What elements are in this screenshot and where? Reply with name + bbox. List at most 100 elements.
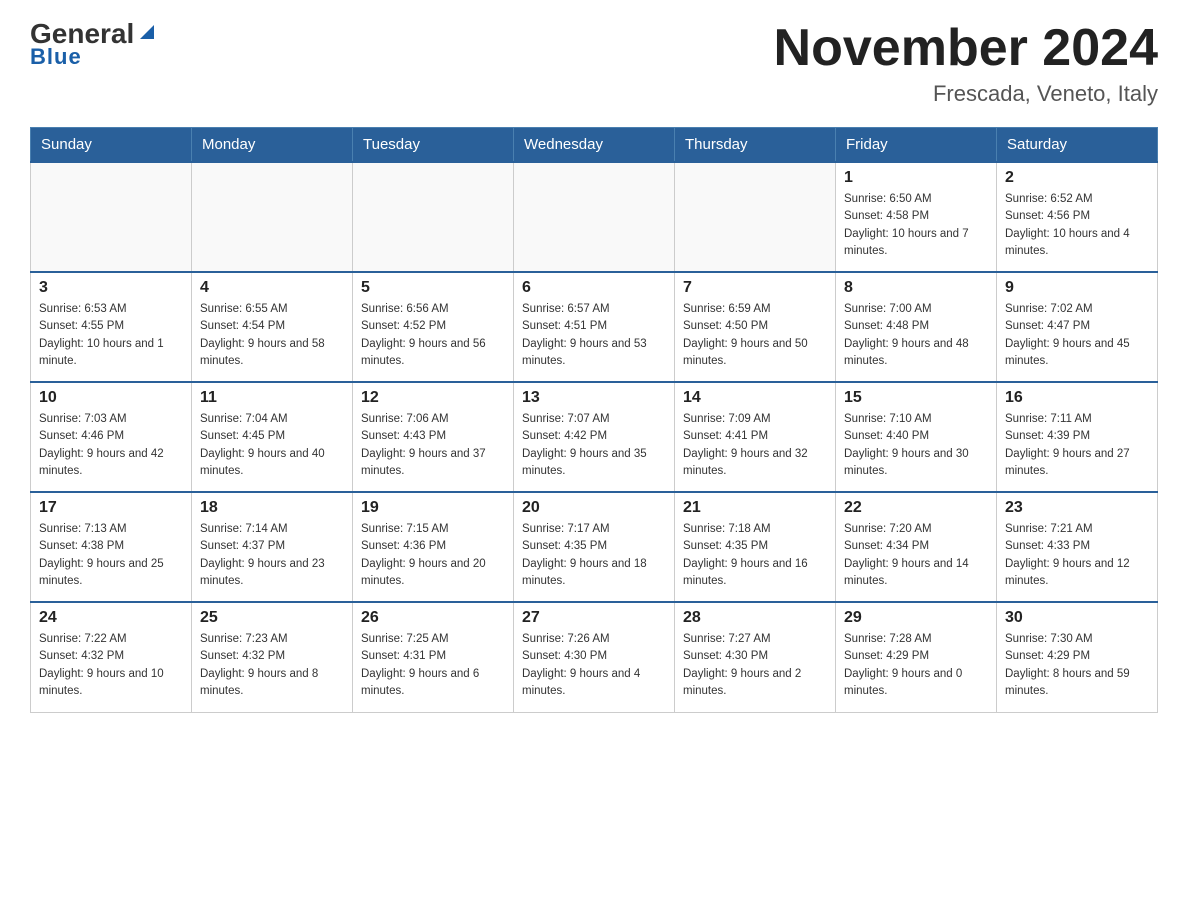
day-number: 25: [200, 609, 344, 627]
logo: General Blue: [30, 20, 158, 70]
col-header-sunday: Sunday: [31, 128, 192, 163]
calendar-cell: 30 Sunrise: 7:30 AM Sunset: 4:29 PM Dayli…: [997, 602, 1158, 712]
calendar-cell: 4Sunrise: 6:55 AM Sunset: 4:54 PM Daylig…: [192, 272, 353, 382]
calendar-cell: 14 Sunrise: 7:09 AM Sunset: 4:41 PM Dayli…: [675, 382, 836, 492]
day-number: 3: [39, 279, 183, 297]
day-info: Sunrise: 7:03 AM Sunset: 4:46 PM Dayligh…: [39, 411, 183, 480]
day-number: 18: [200, 499, 344, 517]
calendar-cell: 25 Sunrise: 7:23 AM Sunset: 4:32 PM Dayli…: [192, 602, 353, 712]
day-number: 9: [1005, 279, 1149, 297]
day-info: Sunrise: 7:02 AM Sunset: 4:47 PM Dayligh…: [1005, 301, 1149, 370]
day-info: Sunrise: 7:17 AM Sunset: 4:35 PM Dayligh…: [522, 521, 666, 590]
day-info: Sunrise: 7:13 AM Sunset: 4:38 PM Dayligh…: [39, 521, 183, 590]
col-header-monday: Monday: [192, 128, 353, 163]
day-info: Sunrise: 7:20 AM Sunset: 4:34 PM Dayligh…: [844, 521, 988, 590]
calendar-cell: 11 Sunrise: 7:04 AM Sunset: 4:45 PM Dayli…: [192, 382, 353, 492]
calendar-cell: 7 Sunrise: 6:59 AM Sunset: 4:50 PM Daylig…: [675, 272, 836, 382]
calendar-cell: 8 Sunrise: 7:00 AM Sunset: 4:48 PM Daylig…: [836, 272, 997, 382]
logo-blue: Blue: [30, 44, 82, 70]
day-number: 6: [522, 279, 666, 297]
day-number: 28: [683, 609, 827, 627]
day-number: 7: [683, 279, 827, 297]
calendar-cell: 12 Sunrise: 7:06 AM Sunset: 4:43 PM Dayli…: [353, 382, 514, 492]
calendar-cell: 5 Sunrise: 6:56 AM Sunset: 4:52 PM Daylig…: [353, 272, 514, 382]
day-info: Sunrise: 7:09 AM Sunset: 4:41 PM Dayligh…: [683, 411, 827, 480]
col-header-tuesday: Tuesday: [353, 128, 514, 163]
calendar-cell: 21 Sunrise: 7:18 AM Sunset: 4:35 PM Dayli…: [675, 492, 836, 602]
week-row-1: 1 Sunrise: 6:50 AM Sunset: 4:58 PM Daylig…: [31, 162, 1158, 272]
day-number: 12: [361, 389, 505, 407]
calendar-cell: 15Sunrise: 7:10 AM Sunset: 4:40 PM Dayli…: [836, 382, 997, 492]
day-number: 27: [522, 609, 666, 627]
title-block: November 2024 Frescada, Veneto, Italy: [774, 20, 1158, 107]
day-info: Sunrise: 7:15 AM Sunset: 4:36 PM Dayligh…: [361, 521, 505, 590]
day-number: 1: [844, 169, 988, 187]
day-number: 30: [1005, 609, 1149, 627]
location-subtitle: Frescada, Veneto, Italy: [774, 81, 1158, 107]
day-number: 21: [683, 499, 827, 517]
day-number: 2: [1005, 169, 1149, 187]
calendar-cell: 18 Sunrise: 7:14 AM Sunset: 4:37 PM Dayli…: [192, 492, 353, 602]
day-number: 17: [39, 499, 183, 517]
week-row-4: 17 Sunrise: 7:13 AM Sunset: 4:38 PM Dayli…: [31, 492, 1158, 602]
calendar-cell: 20 Sunrise: 7:17 AM Sunset: 4:35 PM Dayli…: [514, 492, 675, 602]
day-info: Sunrise: 7:30 AM Sunset: 4:29 PM Dayligh…: [1005, 631, 1149, 700]
calendar-cell: 19 Sunrise: 7:15 AM Sunset: 4:36 PM Dayli…: [353, 492, 514, 602]
day-info: Sunrise: 6:59 AM Sunset: 4:50 PM Dayligh…: [683, 301, 827, 370]
day-number: 26: [361, 609, 505, 627]
day-number: 16: [1005, 389, 1149, 407]
calendar-cell: 1 Sunrise: 6:50 AM Sunset: 4:58 PM Daylig…: [836, 162, 997, 272]
day-number: 8: [844, 279, 988, 297]
day-info: Sunrise: 7:18 AM Sunset: 4:35 PM Dayligh…: [683, 521, 827, 590]
calendar-cell: 23 Sunrise: 7:21 AM Sunset: 4:33 PM Dayli…: [997, 492, 1158, 602]
calendar-cell: [514, 162, 675, 272]
day-info: Sunrise: 7:00 AM Sunset: 4:48 PM Dayligh…: [844, 301, 988, 370]
week-row-2: 3 Sunrise: 6:53 AM Sunset: 4:55 PM Daylig…: [31, 272, 1158, 382]
day-info: Sunrise: 7:11 AM Sunset: 4:39 PM Dayligh…: [1005, 411, 1149, 480]
day-info: Sunrise: 7:27 AM Sunset: 4:30 PM Dayligh…: [683, 631, 827, 700]
day-info: Sunrise: 7:06 AM Sunset: 4:43 PM Dayligh…: [361, 411, 505, 480]
day-number: 23: [1005, 499, 1149, 517]
day-info: Sunrise: 6:52 AM Sunset: 4:56 PM Dayligh…: [1005, 191, 1149, 260]
calendar-cell: 3 Sunrise: 6:53 AM Sunset: 4:55 PM Daylig…: [31, 272, 192, 382]
day-number: 19: [361, 499, 505, 517]
calendar-cell: 10 Sunrise: 7:03 AM Sunset: 4:46 PM Dayli…: [31, 382, 192, 492]
day-number: 5: [361, 279, 505, 297]
calendar-cell: 9 Sunrise: 7:02 AM Sunset: 4:47 PM Daylig…: [997, 272, 1158, 382]
day-info: Sunrise: 6:53 AM Sunset: 4:55 PM Dayligh…: [39, 301, 183, 370]
day-info: Sunrise: 6:50 AM Sunset: 4:58 PM Dayligh…: [844, 191, 988, 260]
calendar-cell: 13Sunrise: 7:07 AM Sunset: 4:42 PM Dayli…: [514, 382, 675, 492]
day-info: Sunrise: 7:14 AM Sunset: 4:37 PM Dayligh…: [200, 521, 344, 590]
week-row-3: 10 Sunrise: 7:03 AM Sunset: 4:46 PM Dayli…: [31, 382, 1158, 492]
day-number: 13: [522, 389, 666, 407]
col-header-friday: Friday: [836, 128, 997, 163]
calendar-table: SundayMondayTuesdayWednesdayThursdayFrid…: [30, 127, 1158, 713]
calendar-cell: 29 Sunrise: 7:28 AM Sunset: 4:29 PM Dayli…: [836, 602, 997, 712]
calendar-cell: 24Sunrise: 7:22 AM Sunset: 4:32 PM Dayli…: [31, 602, 192, 712]
day-number: 29: [844, 609, 988, 627]
calendar-cell: 27 Sunrise: 7:26 AM Sunset: 4:30 PM Dayli…: [514, 602, 675, 712]
day-number: 20: [522, 499, 666, 517]
day-number: 11: [200, 389, 344, 407]
day-number: 22: [844, 499, 988, 517]
day-info: Sunrise: 7:25 AM Sunset: 4:31 PM Dayligh…: [361, 631, 505, 700]
calendar-cell: 6 Sunrise: 6:57 AM Sunset: 4:51 PM Daylig…: [514, 272, 675, 382]
col-header-saturday: Saturday: [997, 128, 1158, 163]
day-info: Sunrise: 7:04 AM Sunset: 4:45 PM Dayligh…: [200, 411, 344, 480]
day-number: 10: [39, 389, 183, 407]
day-info: Sunrise: 7:22 AM Sunset: 4:32 PM Dayligh…: [39, 631, 183, 700]
day-number: 15: [844, 389, 988, 407]
calendar-cell: [192, 162, 353, 272]
calendar-cell: 2 Sunrise: 6:52 AM Sunset: 4:56 PM Daylig…: [997, 162, 1158, 272]
day-info: Sunrise: 7:21 AM Sunset: 4:33 PM Dayligh…: [1005, 521, 1149, 590]
calendar-cell: [31, 162, 192, 272]
logo-triangle-icon: [136, 21, 158, 43]
day-info: Sunrise: 6:57 AM Sunset: 4:51 PM Dayligh…: [522, 301, 666, 370]
calendar-cell: [675, 162, 836, 272]
day-info: Sunrise: 7:23 AM Sunset: 4:32 PM Dayligh…: [200, 631, 344, 700]
day-info: Sunrise: 6:56 AM Sunset: 4:52 PM Dayligh…: [361, 301, 505, 370]
day-number: 14: [683, 389, 827, 407]
day-info: Sunrise: 7:28 AM Sunset: 4:29 PM Dayligh…: [844, 631, 988, 700]
day-info: Sunrise: 7:26 AM Sunset: 4:30 PM Dayligh…: [522, 631, 666, 700]
day-info: Sunrise: 6:55 AM Sunset: 4:54 PM Dayligh…: [200, 301, 344, 370]
